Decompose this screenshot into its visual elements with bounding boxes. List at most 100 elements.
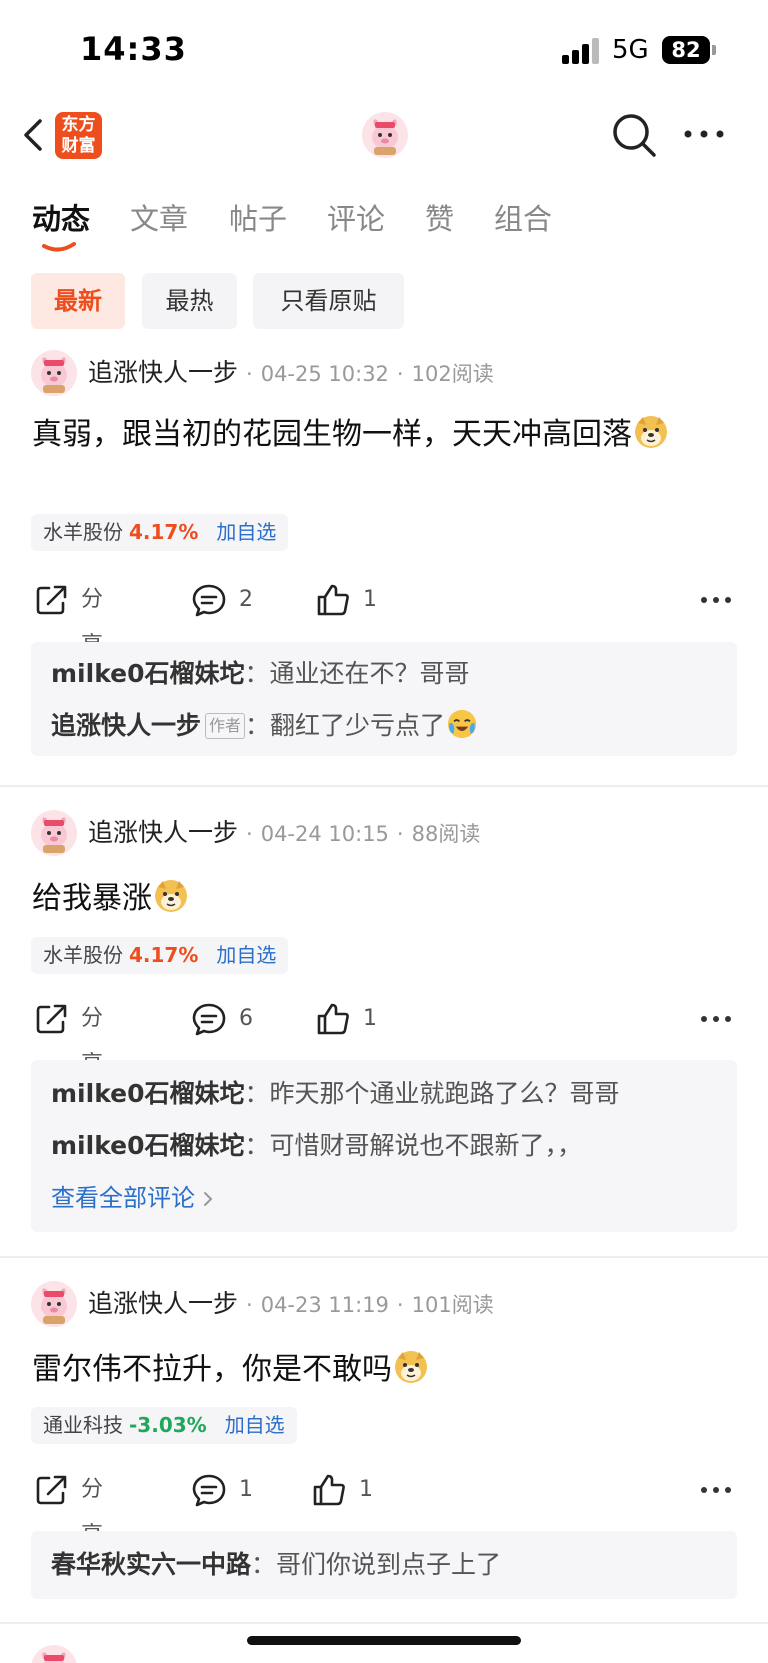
comment-item[interactable]: milke0石榴妹坨：通业还在不？哥哥 bbox=[51, 656, 470, 692]
share-icon bbox=[36, 585, 67, 615]
post-content[interactable]: 真弱，跟当初的花园生物一样，天天冲高回落 bbox=[32, 414, 732, 456]
stock-tag[interactable]: 水羊股份 4.17% 加自选 bbox=[31, 937, 289, 974]
comment-count: 1 bbox=[239, 1477, 253, 1502]
tab-dynamics[interactable]: 动态 bbox=[32, 196, 90, 238]
post-actions: 分享 6 1 bbox=[0, 996, 768, 1077]
comment-preview[interactable]: milke0石榴妹坨：通业还在不？哥哥 追涨快人一步 作者 ：翻红了少亏点了 bbox=[31, 642, 737, 756]
stock-change: -3.03% bbox=[129, 1413, 207, 1437]
post-date: 04-24 10:15 bbox=[260, 822, 389, 846]
view-all-label: 查看全部评论 bbox=[51, 1184, 195, 1212]
comment-text: 通业还在不？哥哥 bbox=[269, 659, 470, 688]
like-count: 1 bbox=[359, 1477, 373, 1502]
post-content[interactable]: 雷尔伟不拉升，你是不敢吗 bbox=[32, 1349, 732, 1391]
app-logo: 东方 财富 bbox=[55, 112, 102, 159]
stock-name: 水羊股份 bbox=[43, 520, 123, 544]
post-divider bbox=[0, 1622, 768, 1624]
comment-preview[interactable]: milke0石榴妹坨：昨天那个通业就跑路了么？哥哥 milke0石榴妹坨：可惜财… bbox=[31, 1060, 737, 1232]
comment-item[interactable]: 追涨快人一步 作者 ：翻红了少亏点了 bbox=[51, 708, 478, 744]
post-meta: 追涨快人一步 · 04-24 10:15 · 88阅读 bbox=[88, 818, 481, 847]
post-text: 给我暴涨 bbox=[32, 881, 152, 916]
doge-emoji-icon bbox=[154, 879, 188, 913]
more-icon[interactable] bbox=[682, 126, 726, 142]
comment-preview[interactable]: 春华秋实六一中路：哥们你说到点子上了 bbox=[31, 1531, 737, 1599]
tab-likes[interactable]: 赞 bbox=[425, 196, 454, 238]
comment-sep: ： bbox=[244, 659, 270, 688]
signal-icon bbox=[562, 38, 602, 64]
doge-emoji-icon bbox=[634, 415, 668, 449]
comment-text: 哥们你说到点子上了 bbox=[276, 1550, 502, 1579]
like-count: 1 bbox=[363, 587, 377, 612]
status-bar: 14:33 5G 82 bbox=[0, 0, 768, 100]
author-avatar[interactable] bbox=[31, 1645, 77, 1663]
add-watchlist-button[interactable]: 加自选 bbox=[216, 520, 276, 544]
post-more-icon[interactable] bbox=[700, 594, 732, 606]
commenter-name[interactable]: 追涨快人一步 bbox=[51, 711, 201, 740]
author-name[interactable]: 追涨快人一步 bbox=[88, 818, 238, 847]
back-icon[interactable] bbox=[14, 115, 54, 155]
post-more-icon[interactable] bbox=[700, 1013, 732, 1025]
share-icon bbox=[36, 1004, 67, 1034]
post-date: 04-23 11:19 bbox=[260, 1293, 389, 1317]
tab-comments[interactable]: 评论 bbox=[327, 196, 385, 238]
thumbs-up-icon bbox=[317, 1003, 349, 1035]
active-tab-indicator bbox=[42, 242, 76, 252]
author-avatar[interactable] bbox=[31, 1281, 77, 1327]
stock-tag[interactable]: 水羊股份 4.17% 加自选 bbox=[31, 514, 289, 551]
post-meta: 追涨快人一步 · 04-25 10:32 · 102阅读 bbox=[88, 358, 494, 387]
chevron-right-icon bbox=[204, 1192, 213, 1206]
comment-item[interactable]: milke0石榴妹坨：昨天那个通业就跑路了么？哥哥 bbox=[51, 1076, 620, 1112]
tab-portfolios[interactable]: 组合 bbox=[494, 196, 552, 238]
post-text: 雷尔伟不拉升，你是不敢吗 bbox=[32, 1352, 392, 1387]
author-name[interactable]: 追涨快人一步 bbox=[88, 1289, 238, 1318]
search-icon[interactable] bbox=[610, 111, 658, 159]
author-avatar[interactable] bbox=[31, 810, 77, 856]
tab-articles[interactable]: 文章 bbox=[130, 196, 188, 238]
stock-tag[interactable]: 通业科技 -3.03% 加自选 bbox=[31, 1407, 297, 1444]
battery-level: 82 bbox=[662, 36, 710, 64]
post-content[interactable]: 给我暴涨 bbox=[32, 878, 732, 920]
comment-text: 翻红了少亏点了 bbox=[270, 711, 446, 740]
comment-item[interactable]: milke0石榴妹坨：可惜财哥解说也不跟新了，， bbox=[51, 1128, 582, 1164]
tab-posts[interactable]: 帖子 bbox=[229, 196, 287, 238]
nav-bar: 东方 财富 bbox=[0, 100, 768, 190]
post-more-icon[interactable] bbox=[700, 1484, 732, 1496]
view-all-comments-link[interactable]: 查看全部评论 bbox=[51, 1180, 215, 1216]
author-avatar[interactable] bbox=[31, 350, 77, 396]
comment-sep: ： bbox=[244, 1131, 270, 1160]
comment-sep: ： bbox=[245, 711, 271, 740]
logo-line-2: 财富 bbox=[61, 136, 96, 156]
comment-text: 可惜财哥解说也不跟新了，， bbox=[269, 1131, 583, 1160]
post-text: 真弱，跟当初的花园生物一样，天天冲高回落 bbox=[32, 417, 632, 452]
status-time: 14:33 bbox=[80, 30, 187, 68]
post-date: 04-25 10:32 bbox=[260, 362, 389, 386]
network-label: 5G bbox=[612, 35, 649, 65]
commenter-name[interactable]: milke0石榴妹坨 bbox=[51, 1131, 245, 1160]
commenter-name[interactable]: milke0石榴妹坨 bbox=[51, 659, 245, 688]
post-actions: 分享 1 1 bbox=[0, 1467, 768, 1548]
comment-sep: ： bbox=[251, 1550, 277, 1579]
add-watchlist-button[interactable]: 加自选 bbox=[216, 943, 276, 967]
comment-count: 2 bbox=[239, 587, 253, 612]
commenter-name[interactable]: milke0石榴妹坨 bbox=[51, 1079, 245, 1108]
comment-count: 6 bbox=[239, 1006, 253, 1031]
filter-original-only[interactable]: 只看原贴 bbox=[253, 273, 404, 329]
profile-tabs: 动态 文章 帖子 评论 赞 组合 bbox=[0, 196, 768, 256]
author-name[interactable]: 追涨快人一步 bbox=[88, 358, 238, 387]
doge-emoji-icon bbox=[394, 1350, 428, 1384]
filter-latest[interactable]: 最新 bbox=[31, 273, 125, 329]
commenter-name[interactable]: 春华秋实六一中路 bbox=[51, 1550, 251, 1579]
add-watchlist-button[interactable]: 加自选 bbox=[225, 1413, 285, 1437]
comment-item[interactable]: 春华秋实六一中路：哥们你说到点子上了 bbox=[51, 1547, 501, 1583]
share-icon bbox=[36, 1475, 67, 1505]
logo-line-1: 东方 bbox=[61, 115, 96, 135]
read-count: 88阅读 bbox=[411, 822, 481, 846]
comment-icon bbox=[192, 584, 226, 617]
filter-hottest[interactable]: 最热 bbox=[142, 273, 237, 329]
post-divider bbox=[0, 785, 768, 787]
stock-name: 通业科技 bbox=[43, 1413, 123, 1437]
header-avatar[interactable] bbox=[362, 112, 408, 158]
read-count: 102阅读 bbox=[411, 362, 494, 386]
stock-name: 水羊股份 bbox=[43, 943, 123, 967]
crying-laughing-emoji-icon bbox=[447, 709, 478, 739]
comment-text: 昨天那个通业就跑路了么？哥哥 bbox=[269, 1079, 620, 1108]
